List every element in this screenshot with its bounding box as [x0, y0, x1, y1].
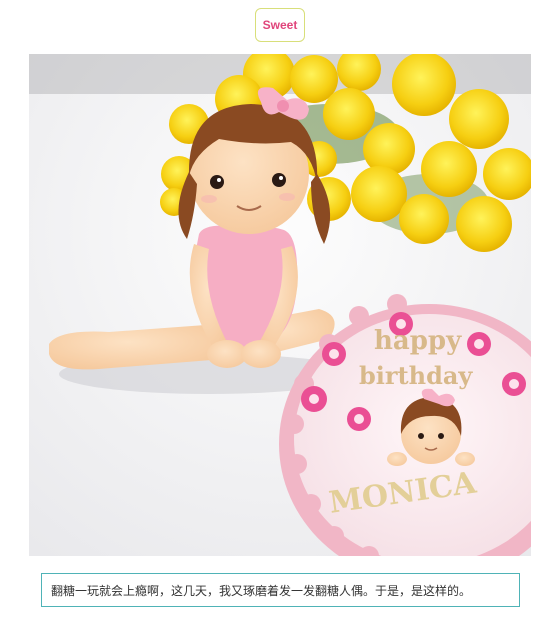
sweet-badge: Sweet [255, 8, 305, 42]
caption-box: 翻糖一玩就会上瘾啊，这几天，我又琢磨着发一发翻糖人偶。于是，是这样的。 [41, 573, 520, 607]
cake-birthday-text: birthday [359, 361, 473, 390]
sweet-label: Sweet [262, 18, 298, 32]
caption-text: 翻糖一玩就会上瘾啊，这几天，我又琢磨着发一发翻糖人偶。于是，是这样的。 [51, 583, 472, 598]
cake-happy-text: happy [374, 326, 462, 356]
fondant-doll-photo: happy birthday MONICA [29, 54, 531, 556]
